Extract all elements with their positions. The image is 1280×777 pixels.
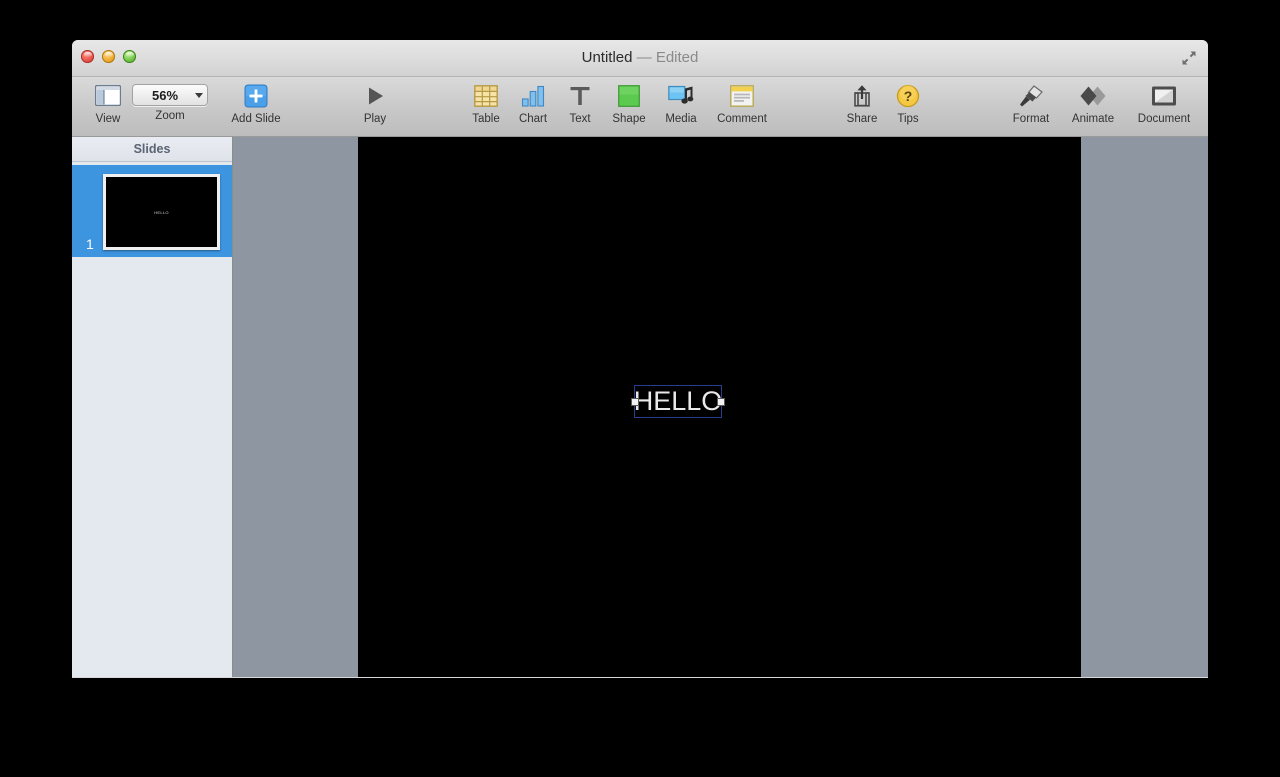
comment-note-icon [730,82,754,109]
plus-square-icon [244,82,268,109]
green-square-icon [618,82,640,109]
toolbar-text-button[interactable]: Text [556,82,604,125]
document-name: Untitled [581,49,633,66]
fullscreen-expand-icon[interactable] [1180,49,1198,67]
question-mark-circle-icon: ? [896,82,920,109]
slide-navigator: Slides 1 HELLO [72,137,233,677]
toolbar-shape-label: Shape [612,113,646,125]
play-triangle-icon [363,82,387,109]
toolbar-play-label: Play [363,113,387,125]
toolbar-media-label: Media [665,113,697,125]
slide-text-content: HELLO [633,386,723,416]
share-upload-icon [851,82,873,109]
diamonds-icon [1079,82,1107,109]
slide-canvas[interactable]: HELLO [358,137,1081,677]
text-t-icon [568,82,592,109]
keynote-window: Untitled — Edited View 56% Zoom Add Slid… [72,40,1208,678]
toolbar-share-label: Share [846,113,878,125]
navigator-header-label: Slides [133,142,171,156]
main-toolbar: View 56% Zoom Add Slide Play Table Chart… [72,77,1208,137]
selected-text-box[interactable]: HELLO [631,385,725,418]
slide-thumbnail[interactable]: HELLO [103,174,220,250]
toolbar-view-label: View [95,113,121,125]
toolbar-tips-label: Tips [897,113,919,125]
toolbar-add-slide-label: Add Slide [231,113,281,125]
navigator-header: Slides [72,137,232,162]
bar-chart-icon [521,82,545,109]
zoom-dropdown[interactable]: 56% [132,84,208,106]
table-grid-icon [474,82,498,109]
toolbar-chart-button[interactable]: Chart [509,82,557,125]
toolbar-chart-label: Chart [518,113,548,125]
document-frame-icon [1151,82,1177,109]
toolbar-add-slide-button[interactable]: Add Slide [217,82,295,125]
slide-number: 1 [86,236,94,252]
toolbar-view-button[interactable]: View [84,82,132,125]
chevron-down-icon [191,92,207,98]
window-titlebar: Untitled — Edited [72,40,1208,77]
document-edited-state: — Edited [636,49,699,66]
left-resize-handle[interactable] [631,397,639,406]
toolbar-play-button[interactable]: Play [347,82,403,125]
toolbar-text-label: Text [569,113,591,125]
toolbar-tips-button[interactable]: ? Tips [887,82,929,125]
toolbar-format-button[interactable]: Format [1002,82,1060,125]
slide-list-item-1[interactable]: 1 HELLO [72,165,232,257]
view-panel-icon [95,82,121,109]
toolbar-comment-button[interactable]: Comment [707,82,777,125]
svg-text:?: ? [904,88,913,104]
toolbar-format-label: Format [1012,113,1050,125]
media-photo-music-icon [668,82,694,109]
slide-thumbnail-text: HELLO [154,209,169,215]
canvas-area[interactable]: HELLO [233,137,1208,677]
toolbar-zoom-label: Zoom [155,110,185,122]
right-resize-handle[interactable] [717,397,725,406]
zoom-value: 56% [151,87,179,103]
toolbar-shape-button[interactable]: Shape [603,82,655,125]
toolbar-media-button[interactable]: Media [655,82,707,125]
toolbar-document-button[interactable]: Document [1126,82,1202,125]
toolbar-animate-button[interactable]: Animate [1060,82,1126,125]
toolbar-animate-label: Animate [1071,113,1115,125]
toolbar-share-button[interactable]: Share [837,82,887,125]
slide-list: 1 HELLO [72,162,232,677]
toolbar-table-button[interactable]: Table [462,82,510,125]
toolbar-document-label: Document [1137,113,1191,125]
paintbrush-icon [1018,82,1044,109]
window-body: Slides 1 HELLO HELLO [72,137,1208,677]
window-title: Untitled — Edited [72,49,1208,66]
toolbar-comment-label: Comment [717,113,767,125]
toolbar-table-label: Table [472,113,500,125]
